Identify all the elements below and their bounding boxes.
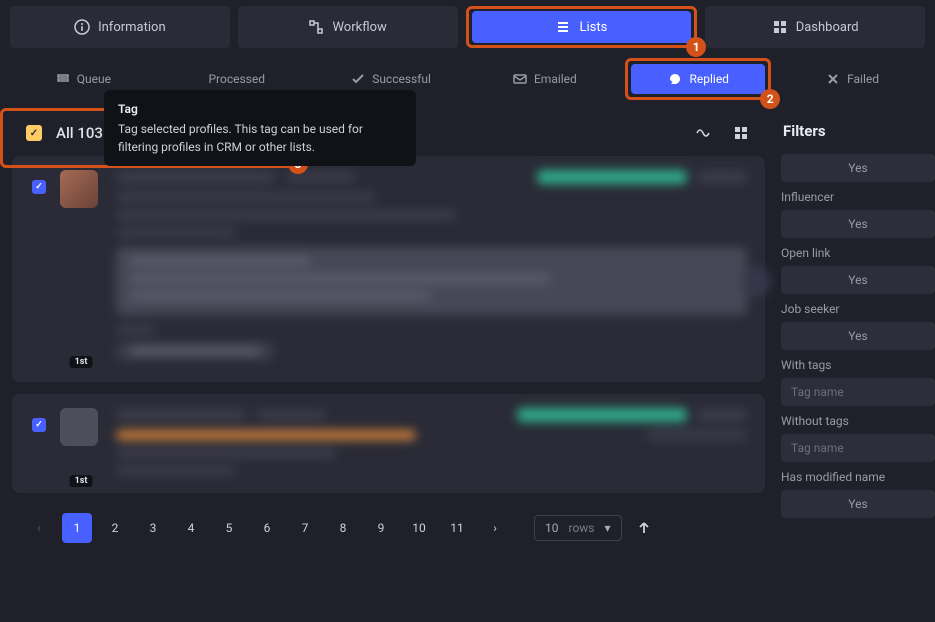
lists-icon (555, 19, 571, 35)
grid-icon (733, 125, 749, 141)
subtab-failed[interactable]: Failed (779, 58, 925, 100)
chevron-down-icon: ▾ (605, 521, 611, 535)
avatar: 1st (60, 170, 102, 364)
filter-yes[interactable]: Yes (781, 154, 935, 182)
page-1[interactable]: 1 (62, 513, 92, 543)
filter-openlink-yes[interactable]: Yes (781, 266, 935, 294)
tab-dashboard[interactable]: Dashboard (705, 6, 925, 48)
filter-label-openlink: Open link (777, 238, 935, 266)
row-checkbox[interactable]: ✓ (32, 180, 46, 194)
tab-workflow[interactable]: Workflow (238, 6, 458, 48)
page-next[interactable]: › (480, 513, 510, 543)
tooltip-body: Tag selected profiles. This tag can be u… (118, 120, 402, 156)
page-3[interactable]: 3 (138, 513, 168, 543)
filter-jobseeker-yes[interactable]: Yes (781, 322, 935, 350)
filter-modified-yes[interactable]: Yes (781, 490, 935, 518)
page-6[interactable]: 6 (252, 513, 282, 543)
page-9[interactable]: 9 (366, 513, 396, 543)
check-icon (350, 71, 366, 87)
tab-workflow-label: Workflow (332, 20, 386, 35)
tab-dashboard-label: Dashboard (796, 20, 859, 35)
filter-label-modified: Has modified name (777, 462, 935, 490)
dashboard-icon (772, 19, 788, 35)
without-tags-input[interactable]: Tag name (781, 434, 935, 462)
filter-label-influencer: Influencer (777, 182, 935, 210)
annotation-badge-2: 2 (760, 89, 780, 109)
tab-information[interactable]: Information (10, 6, 230, 48)
filter-label-withtags: With tags (777, 350, 935, 378)
workflow-icon (308, 19, 324, 35)
page-5[interactable]: 5 (214, 513, 244, 543)
select-all-checkbox[interactable]: ✓ (26, 125, 42, 141)
tab-lists-label: Lists (579, 20, 607, 35)
page-2[interactable]: 2 (100, 513, 130, 543)
tooltip-title: Tag (118, 100, 402, 118)
degree-badge: 1st (70, 475, 93, 487)
pagination: ‹ 1 2 3 4 5 6 7 8 9 10 11 › 10 rows ▾ (12, 505, 765, 551)
with-tags-input[interactable]: Tag name (781, 378, 935, 406)
page-4[interactable]: 4 (176, 513, 206, 543)
page-8[interactable]: 8 (328, 513, 358, 543)
filter-label-jobseeker: Job seeker (777, 294, 935, 322)
reply-icon (667, 71, 683, 87)
subtab-processed-label: Processed (208, 72, 265, 86)
wave-icon (695, 125, 711, 141)
filters-title: Filters (777, 116, 935, 154)
email-icon (512, 71, 528, 87)
rows-per-page[interactable]: 10 rows ▾ (534, 515, 622, 541)
page-11[interactable]: 11 (442, 513, 472, 543)
tab-information-label: Information (98, 20, 166, 35)
scroll-top-button[interactable] (630, 514, 658, 542)
arrow-up-icon (636, 520, 652, 536)
subtab-replied[interactable]: Replied (631, 64, 765, 94)
subtab-queue-label: Queue (77, 72, 111, 86)
rows-label: rows (569, 521, 595, 535)
subtab-failed-label: Failed (847, 72, 879, 86)
rows-number: 10 (545, 521, 559, 535)
profile-card[interactable]: ✓ 1st (12, 394, 765, 493)
tag-tooltip: Tag Tag selected profiles. This tag can … (104, 90, 416, 166)
page-7[interactable]: 7 (290, 513, 320, 543)
failed-icon (825, 71, 841, 87)
view-grid-button[interactable] (727, 119, 755, 147)
page-10[interactable]: 10 (404, 513, 434, 543)
filter-influencer-yes[interactable]: Yes (781, 210, 935, 238)
subtab-emailed-label: Emailed (534, 72, 577, 86)
row-checkbox[interactable]: ✓ (32, 418, 46, 432)
subtab-emailed[interactable]: Emailed (471, 58, 617, 100)
tab-lists[interactable]: Lists (472, 11, 692, 43)
view-wave-button[interactable] (689, 119, 717, 147)
avatar: 1st (60, 408, 102, 483)
degree-badge: 1st (70, 356, 93, 368)
filter-label-withouttags: Without tags (777, 406, 935, 434)
profile-card[interactable]: ✓ 1st (12, 156, 765, 382)
subtab-replied-label: Replied (689, 72, 728, 86)
page-prev[interactable]: ‹ (24, 513, 54, 543)
info-icon (74, 19, 90, 35)
queue-icon (55, 71, 71, 87)
subtab-successful-label: Successful (372, 72, 431, 86)
